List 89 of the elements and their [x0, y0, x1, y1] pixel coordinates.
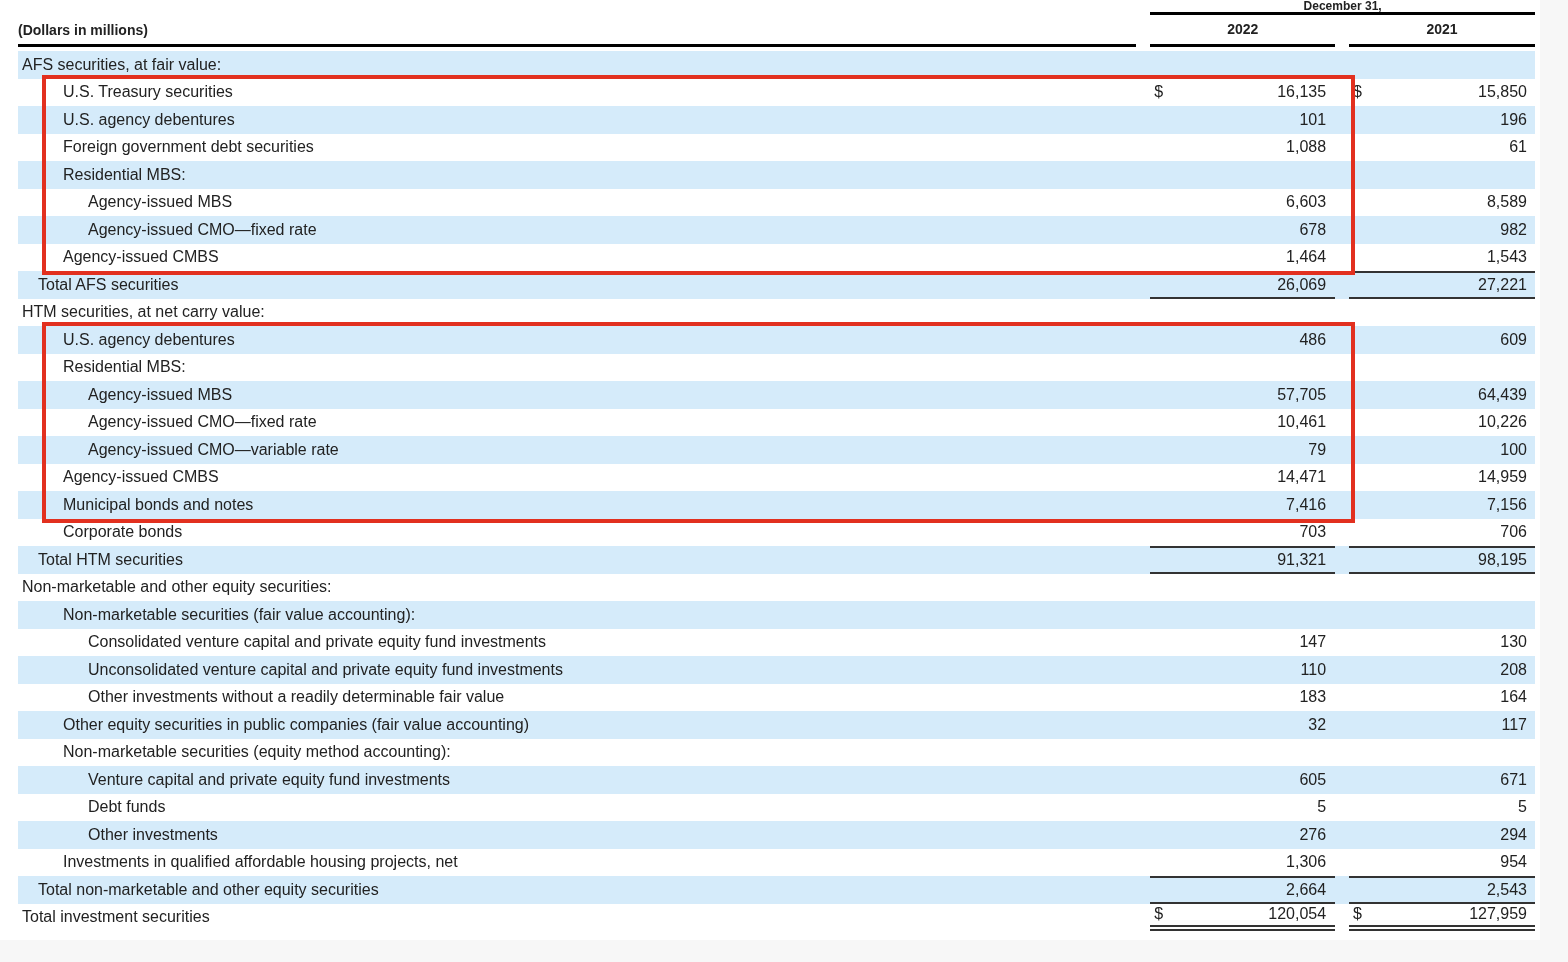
row-label: Agency-issued MBS	[88, 193, 233, 211]
row-label: Consolidated venture capital and private equity fund investments	[88, 633, 547, 651]
row-label: Agency-issued CMBS	[63, 248, 219, 266]
year-header: 2022	[1227, 21, 1259, 37]
amount-cell-text: 14,959	[1478, 467, 1527, 488]
amount-cell-text: 64,439	[1478, 384, 1527, 405]
amount-cell-text: 954	[1500, 852, 1527, 873]
amount-cell-text: 15,850	[1478, 82, 1527, 103]
amount-cell-text: 98,195	[1478, 549, 1527, 570]
amount-cell-text: 6,603	[1286, 192, 1327, 213]
amount-cell-text: 7,156	[1486, 494, 1527, 515]
amount-cell-text: 609	[1500, 329, 1527, 350]
total-label: Total AFS securities	[38, 275, 179, 293]
amount-cell-text: 10,461	[1277, 412, 1327, 433]
amount-cell-text: 678	[1299, 219, 1327, 240]
section-label: AFS securities, at fair value:	[22, 55, 222, 73]
total-label: Total non-marketable and other equity securities	[38, 880, 379, 898]
units-label: (Dollars in millions)	[18, 22, 148, 38]
amount-cell-text: 7,416	[1286, 494, 1327, 515]
section-label: Residential MBS:	[63, 358, 186, 376]
amount-cell-text: 14,471	[1277, 467, 1327, 488]
row-label: U.S. agency debentures	[63, 110, 235, 128]
amount-cell-text: 5	[1518, 797, 1527, 818]
row-label: Agency-issued CMO—variable rate	[88, 440, 339, 458]
amount-cell-text: 57,705	[1277, 384, 1327, 405]
amount-cell-text: 671	[1500, 769, 1527, 790]
amount-cell-text: 294	[1500, 824, 1527, 845]
amount-cell-text: 2,664	[1286, 879, 1327, 900]
amount-cell-text: 605	[1299, 769, 1327, 790]
amount-cell-text: 1,088	[1286, 137, 1327, 158]
row-label: Other equity securities in public companies (fair value accounting)	[63, 715, 529, 733]
row-label: Other investments	[88, 825, 218, 843]
amount-cell-text: 276	[1299, 824, 1327, 845]
section-label: HTM securities, at net carry value:	[22, 303, 265, 321]
amount-cell-text: 16,135	[1277, 82, 1327, 103]
section-label: Residential MBS:	[63, 165, 186, 183]
amount-cell-text: 196	[1500, 109, 1527, 130]
row-label: Other investments without a readily determinable fair value	[88, 688, 505, 706]
amount-cell-text: 32	[1308, 714, 1327, 735]
total-label: Total HTM securities	[38, 550, 183, 568]
amount-cell-text: 110	[1300, 659, 1327, 680]
amount-cell-text: 91,321	[1277, 549, 1327, 570]
amount-cell-text: 1,306	[1286, 852, 1327, 873]
amount-cell-text: 130	[1500, 632, 1527, 653]
amount-cell-text: 79	[1308, 439, 1327, 460]
section-label: Non-marketable securities (fair value accounting):	[63, 605, 416, 623]
row-label: U.S. Treasury securities	[63, 83, 233, 101]
row-label: Municipal bonds and notes	[63, 495, 254, 513]
amount-cell-text: 101	[1299, 109, 1327, 130]
amount-cell-text: 486	[1299, 329, 1327, 350]
period-header: December 31,	[1303, 0, 1382, 13]
section-label: Non-marketable and other equity securities:	[22, 578, 332, 596]
row-label: Agency-issued CMO—fixed rate	[88, 413, 317, 431]
amount-cell-text: 27,221	[1478, 274, 1527, 295]
year-header: 2021	[1426, 21, 1458, 37]
currency-symbol: $	[1352, 904, 1362, 925]
amount-cell-text: 208	[1500, 659, 1527, 680]
amount-cell-text: 2,543	[1486, 879, 1527, 900]
row-label: Agency-issued CMBS	[63, 468, 219, 486]
row-label: Debt funds	[88, 798, 166, 816]
row-label: Investments in qualified affordable housing projects, net	[63, 853, 458, 871]
row-label: Foreign government debt securities	[63, 138, 314, 156]
amount-cell-text: 26,069	[1277, 274, 1327, 295]
section-label: Non-marketable securities (equity method accounting):	[63, 743, 451, 761]
amount-cell-text: 100	[1500, 439, 1527, 460]
amount-cell-text: 120,054	[1268, 904, 1327, 925]
amount-cell-text: 706	[1500, 522, 1527, 543]
currency-symbol: $	[1153, 82, 1164, 103]
row-label: Venture capital and private equity fund investments	[88, 770, 450, 788]
amount-cell-text: 1,464	[1286, 247, 1327, 268]
row-label: Agency-issued CMO—fixed rate	[88, 220, 317, 238]
amount-cell-text: 10,226	[1478, 412, 1527, 433]
row-label: Unconsolidated venture capital and private equity fund investments	[88, 660, 563, 678]
amount-cell-text: 61	[1509, 137, 1527, 158]
amount-cell-text: 164	[1500, 687, 1527, 708]
amount-cell-text: 127,959	[1469, 904, 1527, 925]
amount-cell-text: 703	[1299, 522, 1327, 543]
row-label: Agency-issued MBS	[88, 385, 233, 403]
amount-cell-text: 1,543	[1486, 247, 1527, 268]
total-label: Total investment securities	[22, 908, 210, 926]
currency-symbol: $	[1153, 904, 1164, 925]
row-label: U.S. agency debentures	[63, 330, 235, 348]
row-label: Corporate bonds	[63, 523, 183, 541]
amount-cell-text: 982	[1500, 219, 1527, 240]
amount-cell-text: 117	[1501, 714, 1527, 735]
amount-cell-text: 147	[1299, 632, 1327, 653]
amount-cell-text: 5	[1317, 797, 1327, 818]
amount-cell-text: 8,589	[1486, 192, 1527, 213]
amount-cell-text: 183	[1299, 687, 1327, 708]
